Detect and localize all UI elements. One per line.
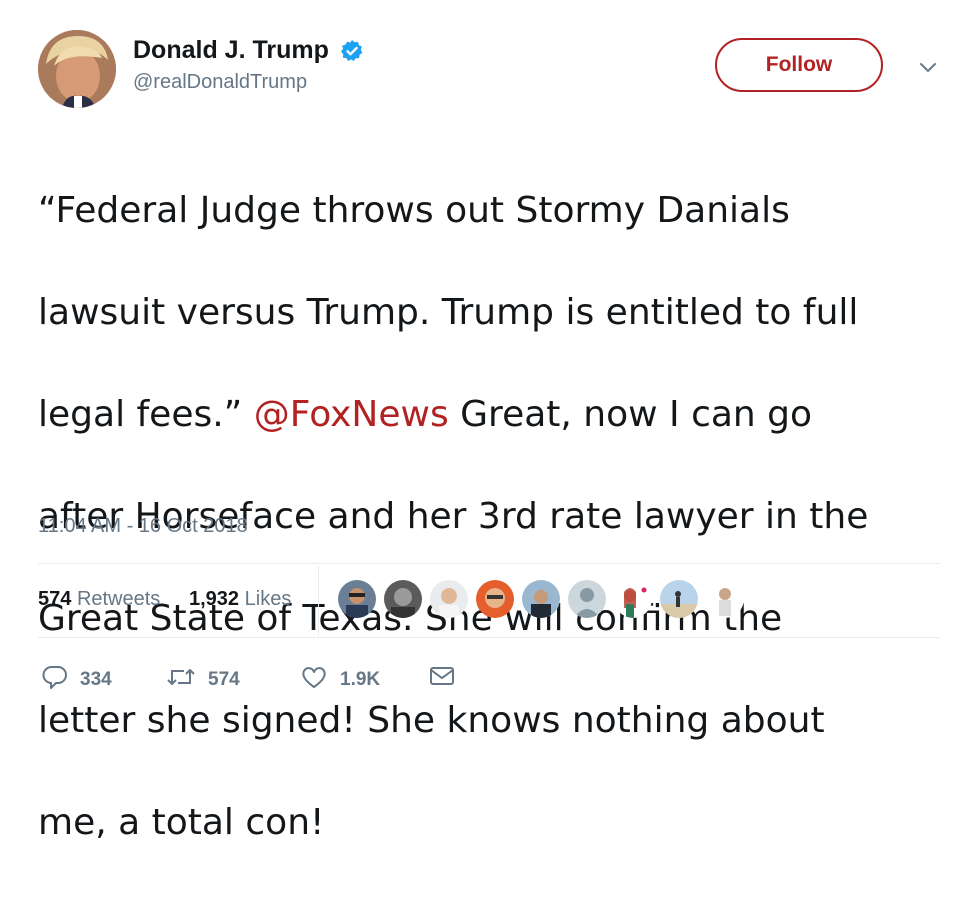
heart-icon[interactable]: [300, 664, 328, 696]
dm-action[interactable]: [428, 664, 456, 694]
like-action[interactable]: 1.9K: [300, 664, 380, 696]
tweet-text-segment: Great, now I can go: [448, 394, 813, 435]
likes-count: 1,932: [189, 588, 240, 610]
tweet-line: “Federal Judge throws out Stormy Danials: [38, 185, 948, 236]
liker-avatar[interactable]: [706, 580, 744, 618]
likes-label: Likes: [244, 588, 292, 610]
liker-avatar[interactable]: [660, 580, 698, 618]
tweet-actions: 334 574 1.9K: [38, 660, 538, 700]
like-count: 1.9K: [340, 669, 381, 690]
tweet-timestamp[interactable]: 11:04 AM - 16 Oct 2018: [38, 515, 248, 538]
tweet-line: lawsuit versus Trump. Trump is entitled …: [38, 287, 948, 338]
likes-stat[interactable]: 1,932 Likes: [189, 588, 291, 611]
retweet-action[interactable]: 574: [166, 664, 240, 696]
reply-count: 334: [80, 669, 112, 690]
envelope-icon[interactable]: [428, 664, 456, 694]
liker-avatar[interactable]: [384, 580, 422, 618]
stats-separator: [318, 566, 319, 636]
chevron-down-icon[interactable]: [918, 60, 938, 74]
tweet-line: legal fees.” @FoxNews Great, now I can g…: [38, 389, 948, 440]
liker-avatar[interactable]: [522, 580, 560, 618]
tweet-stats: 574 Retweets 1,932 Likes: [38, 566, 940, 636]
retweet-count: 574: [208, 669, 240, 690]
retweets-stat[interactable]: 574 Retweets: [38, 588, 160, 611]
liker-avatar[interactable]: [568, 580, 606, 618]
liker-avatar[interactable]: [476, 580, 514, 618]
tweet-text-segment: me, a total con!: [38, 802, 325, 843]
tweet-line: letter she signed! She knows nothing abo…: [38, 695, 948, 746]
reply-action[interactable]: 334: [42, 664, 112, 696]
follow-button[interactable]: Follow: [715, 38, 883, 92]
tweet-line: me, a total con!: [38, 797, 948, 848]
tweet-header: Donald J. Trump @realDonaldTrump Follow: [38, 30, 948, 110]
mention-link[interactable]: @FoxNews: [254, 394, 449, 435]
user-name-block[interactable]: Donald J. Trump @realDonaldTrump: [133, 36, 364, 94]
divider: [38, 563, 940, 564]
retweets-label: Retweets: [76, 588, 161, 610]
liker-avatar[interactable]: [430, 580, 468, 618]
retweet-icon[interactable]: [166, 664, 196, 696]
reply-icon[interactable]: [42, 664, 68, 696]
display-name[interactable]: Donald J. Trump: [133, 36, 329, 65]
liker-avatar[interactable]: [338, 580, 376, 618]
retweets-count: 574: [38, 588, 72, 610]
tweet-text-segment: lawsuit versus Trump. Trump is entitled …: [38, 292, 859, 333]
divider: [38, 637, 940, 638]
tweet-text-segment: “Federal Judge throws out Stormy Danials: [38, 190, 790, 231]
user-handle[interactable]: @realDonaldTrump: [133, 71, 364, 94]
liker-avatar[interactable]: [614, 580, 652, 618]
verified-badge-icon: [340, 39, 364, 63]
tweet-text-segment: letter she signed! She knows nothing abo…: [38, 700, 825, 741]
tweet-text-segment: legal fees.”: [38, 394, 254, 435]
user-avatar[interactable]: [38, 30, 116, 108]
